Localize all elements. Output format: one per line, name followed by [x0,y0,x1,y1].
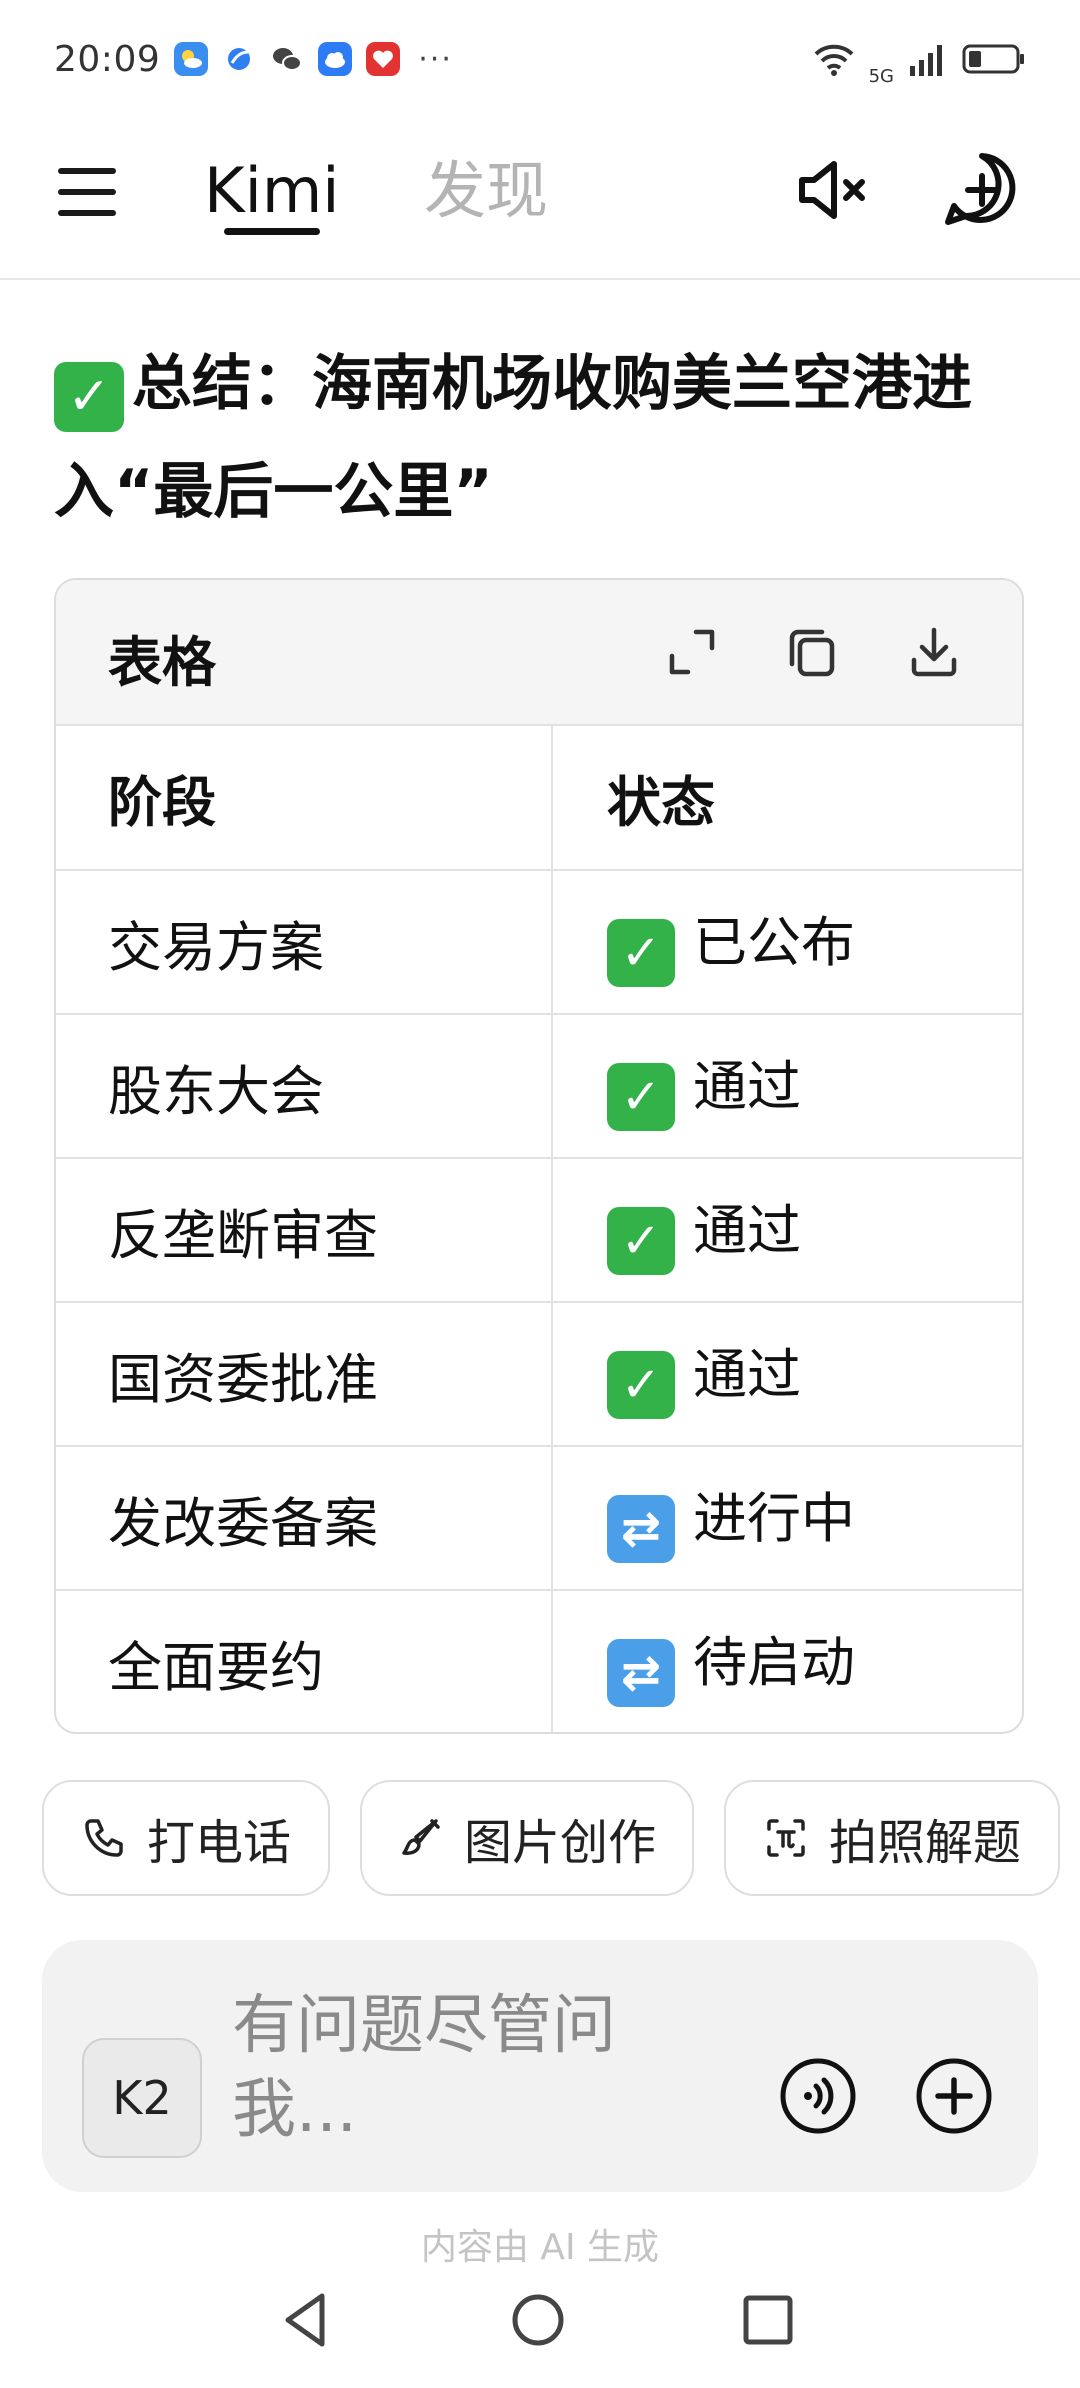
stage-cell: 反垄断审查 [56,1158,553,1303]
wechat-icon [270,42,305,76]
table-card: 表格 阶段 状态 交易方案 ✓ 已公布 股东大会 ✓ 通过 反垄断审查 ✓ 通过… [54,578,1024,1734]
check-mark-icon: ✓ [607,1062,675,1131]
table-card-title: 表格 [108,631,216,694]
table-row: 全面要约 ⇄ 待启动 [56,1590,1022,1732]
system-recents-button[interactable] [732,2284,804,2356]
menu-button[interactable] [56,160,120,224]
more-notifications-icon: ··· [418,41,453,77]
stage-cell: 股东大会 [56,1014,553,1159]
new-chat-icon [945,153,1016,225]
status-text: 待启动 [693,1631,855,1694]
tab-kimi[interactable]: Kimi [204,146,340,236]
tab-discover[interactable]: 发现 [424,146,548,236]
plus-circle-icon [916,2058,992,2134]
check-mark-icon: ✓ [607,1206,675,1275]
new-chat-button[interactable] [940,148,1024,232]
check-mark-icon: ✓ [607,918,675,987]
expand-icon [669,629,715,675]
model-selector-button[interactable]: K2 [82,2038,202,2158]
network-type: 5G [868,65,894,87]
expand-button[interactable] [662,622,722,682]
image-creation-chip-button[interactable]: 图片创作 [360,1780,694,1896]
chat-input-bar[interactable]: K2 有问题尽管问我... [42,1940,1038,2192]
table-row: 反垄断审查 ✓ 通过 [56,1158,1022,1303]
add-attachment-button[interactable] [914,2056,994,2136]
chip-label: 图片创作 [463,1815,656,1871]
voice-call-button[interactable] [778,2056,858,2136]
recents-square-icon [743,2295,793,2345]
status-cell: ✓ 通过 [552,1014,1022,1159]
status-bar-left: 20:09 ··· [54,39,453,80]
menu-icon [58,168,116,174]
status-bar: 20:09 ··· 5G [0,0,1080,118]
message-input[interactable]: 有问题尽管问我... [232,1984,652,2152]
status-cell: ⇄ 进行中 [552,1446,1022,1591]
health-icon [366,42,401,76]
status-text: 通过 [693,1054,801,1118]
summary-heading: ✓ 总结：海南机场收购美兰空港进入“最后一公里” [54,330,1034,546]
scan-icon [767,1819,805,1857]
check-mark-icon: ✓ [607,1350,675,1419]
brush-icon [402,1819,440,1855]
menu-icon-bar [58,189,116,195]
photo-solve-chip-button[interactable]: 拍照解题 [724,1780,1060,1896]
table-row: 发改委备案 ⇄ 进行中 [56,1446,1022,1591]
status-bar-right: 5G [813,32,1026,87]
phone-icon [85,1819,123,1857]
status-cell: ✓ 通过 [552,1158,1022,1303]
stage-status-table: 阶段 状态 交易方案 ✓ 已公布 股东大会 ✓ 通过 反垄断审查 ✓ 通过 国资委批准… [56,726,1022,1732]
stage-cell: 国资委批准 [56,1302,553,1447]
menu-icon-bar [58,210,116,216]
stage-cell: 交易方案 [56,870,553,1015]
screen: 20:09 ··· 5G Kimi 发现 ✓ 总结：海南机场收购美兰空港进入“最… [0,0,1080,2388]
system-back-button[interactable] [272,2284,344,2356]
summary-text: 总结：海南机场收购美兰空港进入“最后一公里” [54,349,972,527]
status-cell: ✓ 已公布 [552,870,1022,1015]
refresh-arrows-icon: ⇄ [607,1639,675,1707]
voice-wave-icon [780,2058,856,2134]
column-header-status: 状态 [552,726,1022,871]
back-triangle-icon [285,2293,325,2347]
status-text: 进行中 [693,1486,855,1550]
table-row: 国资委批准 ✓ 通过 [56,1302,1022,1447]
status-cell: ⇄ 待启动 [552,1590,1022,1732]
status-text: 已公布 [693,910,855,974]
status-cell: ✓ 通过 [552,1302,1022,1447]
speaker-mute-icon [799,161,865,219]
check-mark-icon: ✓ [54,362,124,432]
system-home-button[interactable] [502,2284,574,2356]
column-header-stage: 阶段 [56,726,553,871]
copy-button[interactable] [782,622,842,682]
stage-cell: 发改委备案 [56,1446,553,1591]
stage-cell: 全面要约 [56,1590,553,1732]
browser-icon [222,42,257,76]
active-tab-indicator [224,228,320,235]
download-icon [911,627,957,677]
table-card-header: 表格 [56,580,1022,726]
status-text: 通过 [693,1198,801,1262]
download-button[interactable] [904,622,964,682]
table-header-row: 阶段 状态 [56,726,1022,871]
app-header: Kimi 发现 [0,118,1080,280]
home-circle-icon [512,2294,564,2346]
weather-icon [174,42,209,76]
chip-label: 拍照解题 [828,1815,1021,1871]
battery-icon [962,44,1024,74]
copy-icon [789,629,835,677]
table-row: 交易方案 ✓ 已公布 [56,870,1022,1015]
table-row: 股东大会 ✓ 通过 [56,1014,1022,1159]
status-text: 通过 [693,1342,801,1406]
call-chip-button[interactable]: 打电话 [42,1780,330,1896]
cloud-icon [318,42,353,76]
chip-label: 打电话 [146,1815,291,1871]
ai-generated-note: 内容由 AI 生成 [420,2227,660,2268]
wifi-icon [814,44,853,76]
signal-icon [910,45,942,76]
mute-button[interactable] [790,148,874,232]
clock: 20:09 [54,38,161,80]
refresh-arrows-icon: ⇄ [607,1494,675,1563]
